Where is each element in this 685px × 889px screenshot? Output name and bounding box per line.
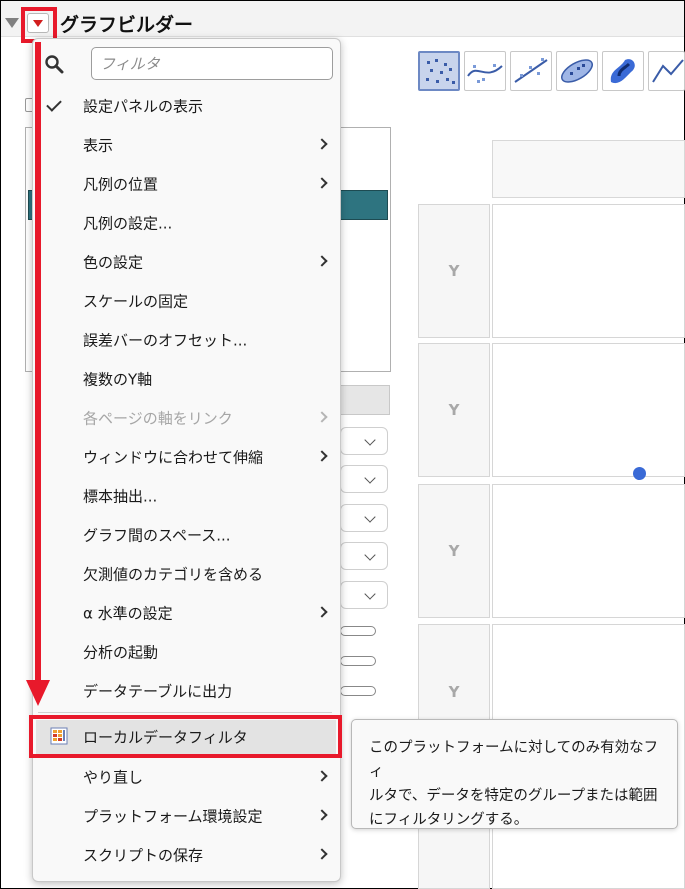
menu-item-link-page-axes: 各ページの軸をリンク xyxy=(36,401,336,435)
smoother-icon xyxy=(467,64,503,83)
line-icon xyxy=(652,59,684,83)
tooltip-line: にフィルタリングする。 xyxy=(369,812,529,828)
data-point xyxy=(633,467,646,480)
menu-item-platform-preferences[interactable]: プラットフォーム環境設定 xyxy=(36,799,336,833)
plot-cell-2[interactable] xyxy=(492,343,685,477)
menu-item-legend-position[interactable]: 凡例の位置 xyxy=(36,167,336,201)
y-drop-zone-2[interactable]: Y xyxy=(418,343,490,477)
chevron-right-icon xyxy=(316,255,328,267)
page-title: グラフビルダー xyxy=(60,14,194,36)
menu-item-graph-spacing[interactable]: グラフ間のスペース... xyxy=(36,518,336,552)
menu-item-redo[interactable]: やり直し xyxy=(36,760,336,794)
menu-item-make-into-data-table[interactable]: データテーブルに出力 xyxy=(36,674,336,708)
ellipse-icon xyxy=(560,59,594,83)
chevron-right-icon xyxy=(316,411,328,423)
menu-item-color-settings[interactable]: 色の設定 xyxy=(36,245,336,279)
menu-separator xyxy=(38,712,332,713)
search-icon xyxy=(45,55,64,74)
smoother-element-icon[interactable] xyxy=(464,51,506,91)
menu-item-lock-scales[interactable]: スケールの固定 xyxy=(36,284,336,318)
plot-cell-1[interactable] xyxy=(492,204,685,338)
chevron-right-icon xyxy=(316,138,328,150)
y-drop-zone-1[interactable]: Y xyxy=(418,204,490,338)
menu-item-error-bar-offset[interactable]: 誤差バーのオフセット... xyxy=(36,323,336,357)
menu-item-fit-to-window[interactable]: ウィンドウに合わせて伸縮 xyxy=(36,440,336,474)
line-of-fit-element-icon[interactable] xyxy=(510,51,552,91)
slider-2[interactable] xyxy=(340,656,376,666)
graph-header-drop-zone[interactable] xyxy=(492,140,685,198)
dropdown-5[interactable] xyxy=(340,581,388,609)
menu-item-tooltip: このプラットフォームに対してのみ有効なフィ ルタで、データを特定のグループまたは… xyxy=(351,719,678,829)
chevron-right-icon xyxy=(316,177,328,189)
chevron-right-icon xyxy=(316,848,328,860)
menu-item-show[interactable]: 表示 xyxy=(36,128,336,162)
menu-item-launch-analysis[interactable]: 分析の起動 xyxy=(36,635,336,669)
annotation-arrow-head xyxy=(26,680,50,706)
annotation-arrow-shaft xyxy=(35,42,41,682)
tooltip-line: このプラットフォームに対してのみ有効なフィ xyxy=(369,740,659,780)
tooltip-line: ルタで、データを特定のグループまたは範囲 xyxy=(369,788,658,804)
ellipse-element-icon[interactable] xyxy=(556,51,598,91)
line-of-fit-icon xyxy=(514,58,548,83)
slider-3[interactable] xyxy=(340,686,376,696)
dropdown-2[interactable] xyxy=(340,465,388,493)
menu-item-legend-settings[interactable]: 凡例の設定... xyxy=(36,206,336,240)
menu-item-include-missing-categories[interactable]: 欠測値のカテゴリを含める xyxy=(36,557,336,591)
checkmark-icon xyxy=(46,96,62,112)
menu-item-set-alpha-level[interactable]: α 水準の設定 xyxy=(36,596,336,630)
chevron-right-icon xyxy=(316,606,328,618)
plot-cell-3[interactable] xyxy=(492,484,685,618)
menu-item-sampling[interactable]: 標本抽出... xyxy=(36,479,336,513)
chevron-right-icon xyxy=(316,809,328,821)
points-icon xyxy=(426,59,455,84)
chevron-right-icon xyxy=(316,450,328,462)
menu-filter-input[interactable] xyxy=(91,47,333,80)
menu-item-multiple-y-axes[interactable]: 複数のY軸 xyxy=(36,362,336,396)
dropdown-4[interactable] xyxy=(340,542,388,570)
y-drop-zone-3[interactable]: Y xyxy=(418,484,490,618)
disclosure-triangle-icon[interactable] xyxy=(5,18,19,28)
points-element-icon[interactable] xyxy=(418,51,460,91)
menu-item-show-control-panel[interactable]: 設定パネルの表示 xyxy=(36,89,336,123)
slider-1[interactable] xyxy=(340,626,376,636)
contour-element-icon[interactable] xyxy=(602,51,644,91)
line-element-icon[interactable] xyxy=(648,51,685,91)
contour-icon xyxy=(610,59,635,84)
menu-item-save-script[interactable]: スクリプトの保存 xyxy=(36,838,336,872)
chevron-right-icon xyxy=(316,770,328,782)
annotation-selection-box xyxy=(29,715,342,758)
dropdown-1[interactable] xyxy=(340,427,388,455)
dropdown-3[interactable] xyxy=(340,504,388,532)
